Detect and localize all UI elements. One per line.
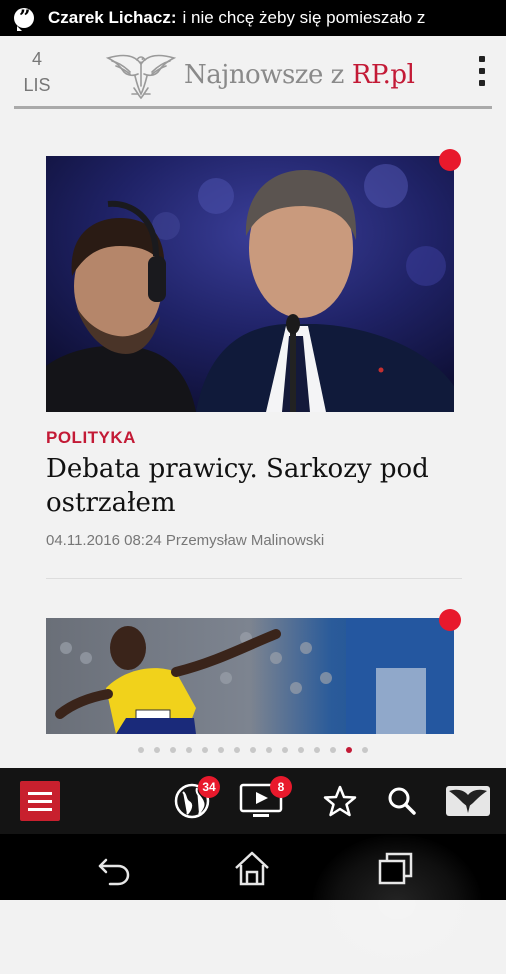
hamburger-menu-icon[interactable]: [20, 781, 60, 821]
home-icon[interactable]: [232, 848, 272, 888]
system-nav-bar: [0, 834, 506, 974]
page-dot: [282, 747, 288, 753]
back-icon[interactable]: [94, 848, 134, 888]
unread-dot: [439, 149, 461, 171]
page-dot: [202, 747, 208, 753]
notification-bar: Czarek Lichacz: i nie chcę żeby się pomi…: [0, 0, 506, 36]
article-title[interactable]: Debata prawicy. Sarkozy pod ostrzałem: [46, 452, 466, 520]
video-badge: 8: [270, 776, 292, 798]
article-card[interactable]: [46, 156, 454, 412]
notification-message: i nie chcę żeby się pomieszało z: [182, 8, 426, 27]
page-dot: [186, 747, 192, 753]
recent-apps-icon[interactable]: [376, 848, 416, 888]
eagle-logo-icon: [105, 54, 177, 100]
page-dot: [266, 747, 272, 753]
date-month: LIS: [23, 75, 51, 95]
article-divider: [46, 578, 462, 579]
article-photo-sarkozy: [46, 156, 454, 412]
bottom-toolbar: 34 8: [0, 768, 506, 834]
page-dot: [154, 747, 160, 753]
page-dot: [362, 747, 368, 753]
notification-sender: Czarek Lichacz:: [48, 8, 177, 27]
date-day: 4: [31, 49, 42, 69]
unread-dot: [439, 609, 461, 631]
rp-eagle-icon[interactable]: [444, 780, 492, 822]
page-dot: [218, 747, 224, 753]
header-divider: [14, 106, 492, 109]
logo-title: Najnowsze z RP.pl: [184, 60, 415, 90]
article-image[interactable]: [46, 618, 454, 734]
article-category[interactable]: POLITYKA: [46, 428, 136, 448]
page-dot-active: [346, 747, 352, 753]
star-icon[interactable]: [320, 780, 360, 822]
article-image[interactable]: [46, 156, 454, 412]
search-icon[interactable]: [384, 780, 420, 822]
page-dot: [138, 747, 144, 753]
video-tv-icon[interactable]: 8: [238, 776, 292, 822]
page-indicator: [0, 747, 506, 753]
article-photo-sprinter: [46, 618, 454, 734]
date-label: 4 LIS: [20, 46, 54, 98]
logo-prefix: Najnowsze z: [184, 60, 344, 90]
page-dot: [314, 747, 320, 753]
rp-logo: Najnowsze z RP.pl: [104, 50, 415, 100]
hangouts-chat-icon: [14, 5, 34, 31]
logo-brand: RP.pl: [351, 60, 415, 90]
page-dot: [250, 747, 256, 753]
globe-badge: 34: [198, 776, 220, 798]
article-card[interactable]: [46, 618, 454, 734]
article-meta: 04.11.2016 08:24 Przemysław Malinowski: [46, 532, 325, 549]
page-dot: [298, 747, 304, 753]
page-dot: [330, 747, 336, 753]
globe-icon[interactable]: 34: [170, 776, 220, 822]
overflow-menu-icon[interactable]: [476, 56, 488, 86]
page-dot: [170, 747, 176, 753]
app-header: 4 LIS Najnowsze z RP.pl: [0, 36, 506, 109]
page-dot: [234, 747, 240, 753]
